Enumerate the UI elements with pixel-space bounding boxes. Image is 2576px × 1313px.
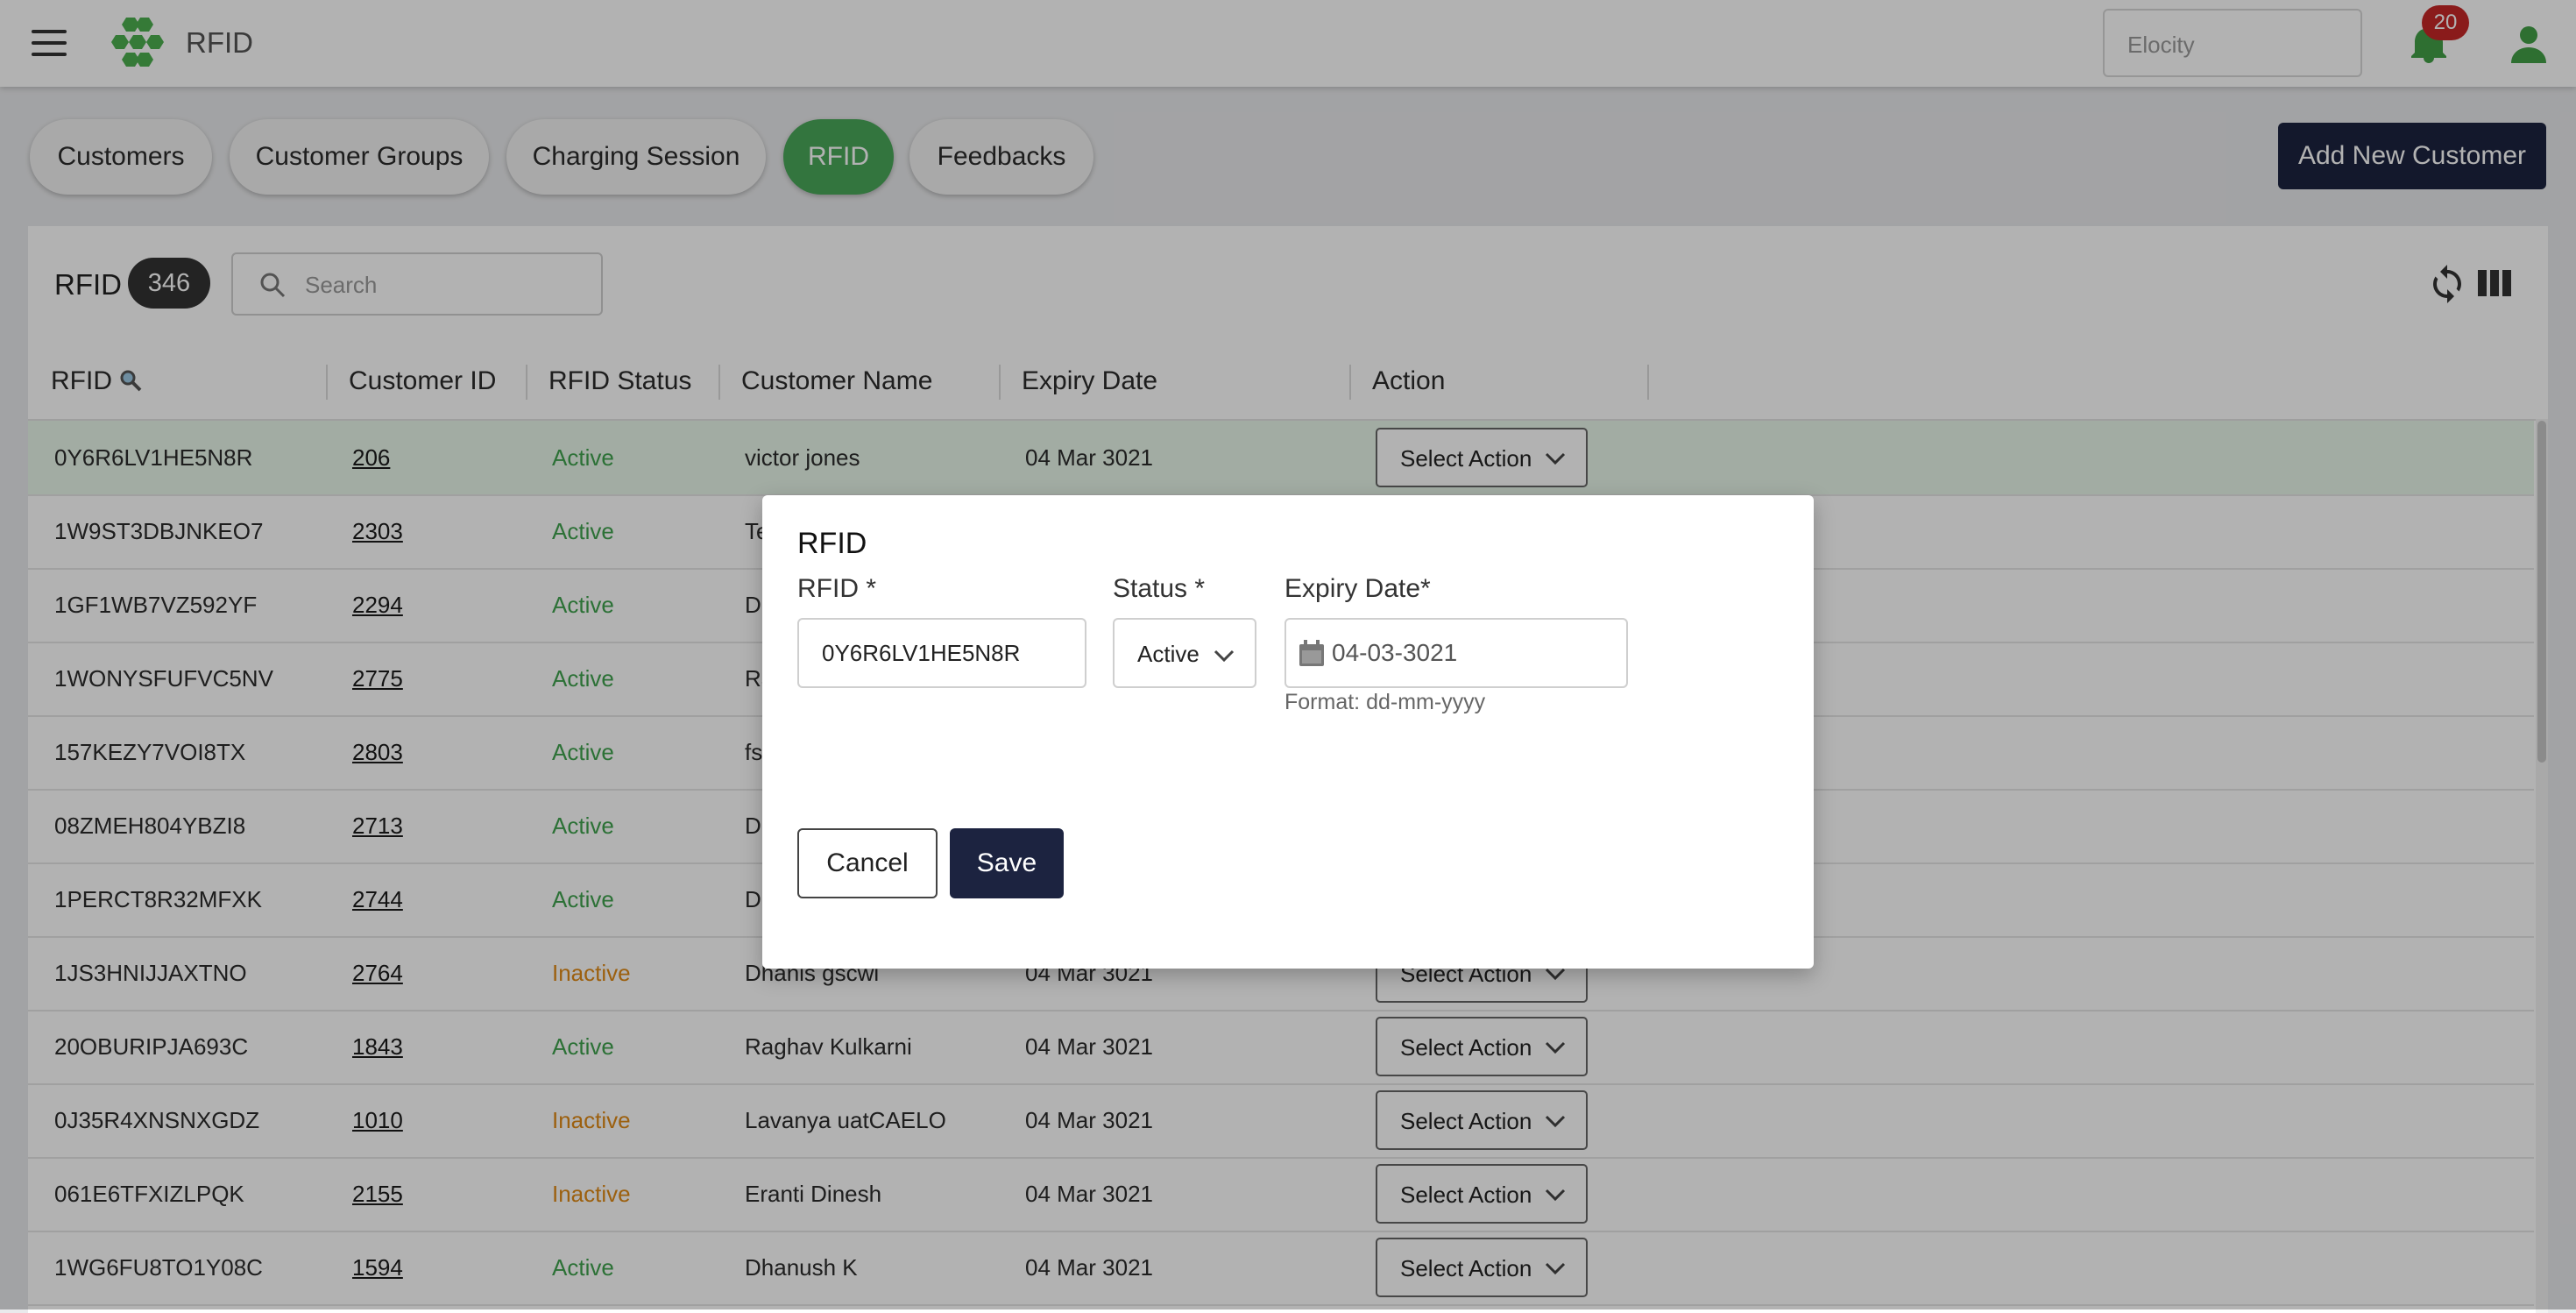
dialog-title: RFID bbox=[797, 527, 867, 560]
status-value: Active bbox=[1137, 641, 1200, 667]
expiry-date-input[interactable]: 04-03-3021 bbox=[1284, 618, 1628, 688]
rfid-field-label: RFID * bbox=[797, 574, 876, 603]
chevron-down-icon bbox=[1214, 649, 1235, 663]
cancel-button[interactable]: Cancel bbox=[797, 828, 938, 898]
expiry-date-format-hint: Format: dd-mm-yyyy bbox=[1284, 690, 1486, 714]
status-select[interactable]: Active bbox=[1113, 618, 1256, 688]
calendar-icon[interactable] bbox=[1299, 639, 1325, 667]
rfid-input[interactable] bbox=[797, 618, 1086, 688]
edit-rfid-dialog: RFID RFID * Status * Active Expiry Date*… bbox=[762, 495, 1814, 969]
expiry-date-value: 04-03-3021 bbox=[1332, 639, 1458, 666]
expiry-date-field-label: Expiry Date* bbox=[1284, 574, 1431, 603]
save-button[interactable]: Save bbox=[950, 828, 1064, 898]
status-field-label: Status * bbox=[1113, 574, 1206, 603]
